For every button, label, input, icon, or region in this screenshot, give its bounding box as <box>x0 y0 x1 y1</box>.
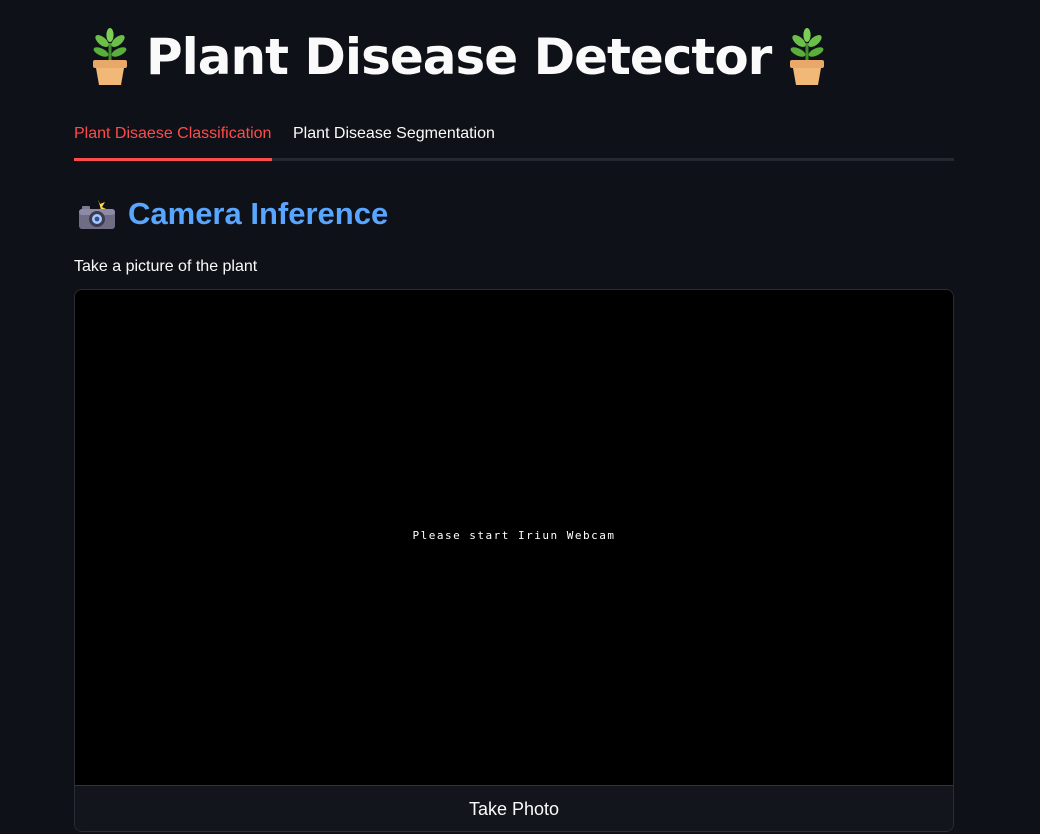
tab-bar: Plant Disaese Classification Plant Disea… <box>74 116 954 161</box>
camera-input-label: Take a picture of the plant <box>74 258 258 275</box>
camera-feed: Please start Iriun Webcam <box>75 290 953 785</box>
page-title: Plant Disease Detector <box>88 22 829 92</box>
take-photo-button[interactable]: Take Photo <box>75 785 953 831</box>
camera-input: Please start Iriun Webcam Take Photo <box>74 289 954 832</box>
page-title-text: Plant Disease Detector <box>146 28 772 86</box>
tab-plant-disease-classification[interactable]: Plant Disaese Classification <box>74 116 272 161</box>
section-header: Camera Inference <box>78 192 388 236</box>
tab-label: Plant Disaese Classification <box>74 125 272 142</box>
active-tab-indicator <box>74 158 272 161</box>
potted-plant-icon <box>93 28 127 85</box>
tab-plant-disease-segmentation[interactable]: Plant Disease Segmentation <box>293 116 495 161</box>
section-title: Camera Inference <box>128 196 389 231</box>
potted-plant-icon <box>790 28 825 85</box>
camera-with-flash-icon <box>79 199 115 229</box>
camera-feed-message: Please start Iriun Webcam <box>412 529 616 542</box>
app-root: Plant Disease Detector Plant Disaese Cla… <box>0 0 1040 834</box>
tab-label: Plant Disease Segmentation <box>293 125 495 142</box>
